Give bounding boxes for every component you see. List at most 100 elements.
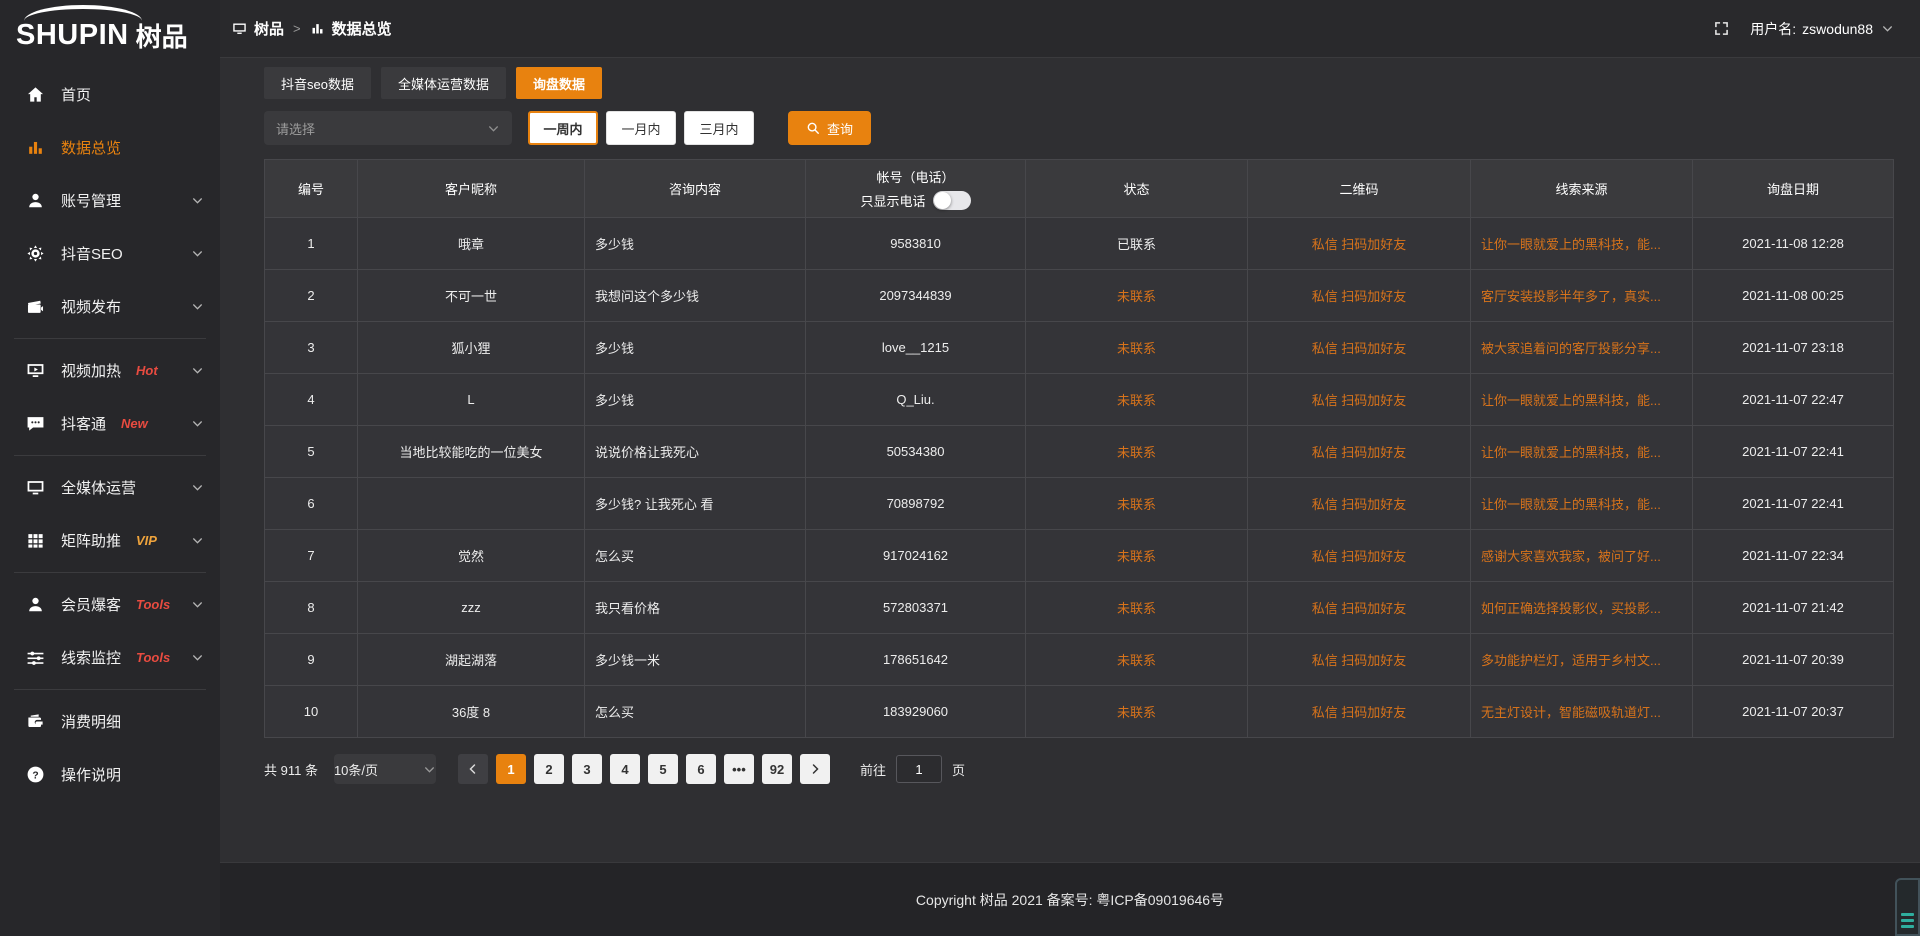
sidebar-item-douyin-seo[interactable]: 抖音SEO <box>0 227 220 280</box>
sidebar-item-account-management[interactable]: 账号管理 <box>0 174 220 227</box>
column-header: 状态 <box>1026 160 1248 218</box>
sidebar-item-douketong[interactable]: 抖客通New <box>0 397 220 450</box>
filter-bar: 请选择 一周内一月内三月内 查询 <box>264 111 1893 145</box>
cell-qr-link[interactable]: 私信 扫码加好友 <box>1248 582 1471 634</box>
page-button-1[interactable]: 1 <box>496 754 526 784</box>
sidebar-item-matrix-boost[interactable]: 矩阵助推VIP <box>0 514 220 567</box>
phone-only-toggle[interactable] <box>933 191 971 210</box>
cell-source-link[interactable]: 多功能护栏灯，适用于乡村文... <box>1471 634 1693 686</box>
cell-source-link[interactable]: 被大家追着问的客厅投影分享... <box>1471 322 1693 374</box>
page-buttons: 123456 ••• 92 <box>488 754 792 784</box>
page-button-92[interactable]: 92 <box>762 754 792 784</box>
period-button[interactable]: 一周内 <box>528 111 598 145</box>
cell-qr-link[interactable]: 私信 扫码加好友 <box>1248 218 1471 270</box>
cell-nickname <box>358 478 585 530</box>
select-placeholder: 请选择 <box>276 119 315 138</box>
fullscreen-icon[interactable] <box>1713 20 1730 37</box>
cell-source-link[interactable]: 让你一眼就爱上的黑科技，能... <box>1471 478 1693 530</box>
cell-nickname: 狐小狸 <box>358 322 585 374</box>
table-row: 2不可一世我想问这个多少钱2097344839未联系私信 扫码加好友客厅安装投影… <box>265 270 1894 322</box>
period-button[interactable]: 一月内 <box>606 111 676 145</box>
goto-label: 前往 <box>860 760 886 779</box>
cell-account: 183929060 <box>806 686 1026 738</box>
tab-全媒体运营数据[interactable]: 全媒体运营数据 <box>381 67 506 99</box>
cell-qr-link[interactable]: 私信 扫码加好友 <box>1248 686 1471 738</box>
prev-page-button[interactable] <box>458 754 488 784</box>
sidebar-item-clue-monitor[interactable]: 线索监控Tools <box>0 631 220 684</box>
breadcrumb-item-home[interactable]: 树品 <box>232 18 284 39</box>
chat-widget-line <box>1901 919 1914 922</box>
cell-id: 2 <box>265 270 358 322</box>
sidebar-menu: 首页数据总览账号管理抖音SEO 视频发布视频加热Hot抖客通New 全媒体运营矩阵助… <box>0 58 220 936</box>
cell-qr-link[interactable]: 私信 扫码加好友 <box>1248 426 1471 478</box>
goto-page-input[interactable] <box>896 755 942 783</box>
cell-content: 怎么买 <box>585 686 806 738</box>
table-row: 9湖起湖落多少钱一米178651642未联系私信 扫码加好友多功能护栏灯，适用于… <box>265 634 1894 686</box>
cell-nickname: 觉然 <box>358 530 585 582</box>
column-header: 客户昵称 <box>358 160 585 218</box>
cell-source-link[interactable]: 如何正确选择投影仪，买投影... <box>1471 582 1693 634</box>
person-icon <box>26 595 45 614</box>
cell-status: 未联系 <box>1026 270 1248 322</box>
breadcrumb-item-current[interactable]: 数据总览 <box>310 18 392 39</box>
page-button-3[interactable]: 3 <box>572 754 602 784</box>
next-page-button[interactable] <box>800 754 830 784</box>
chat-widget[interactable] <box>1895 878 1920 936</box>
cell-source-link[interactable]: 让你一眼就爱上的黑科技，能... <box>1471 426 1693 478</box>
sidebar-item-omni-media[interactable]: 全媒体运营 <box>0 461 220 514</box>
cell-date: 2021-11-07 21:42 <box>1693 582 1894 634</box>
cell-qr-link[interactable]: 私信 扫码加好友 <box>1248 478 1471 530</box>
page-button-5[interactable]: 5 <box>648 754 678 784</box>
cell-qr-link[interactable]: 私信 扫码加好友 <box>1248 374 1471 426</box>
cell-status: 未联系 <box>1026 530 1248 582</box>
page-button-4[interactable]: 4 <box>610 754 640 784</box>
chevron-down-icon <box>1881 22 1894 35</box>
sidebar-item-label: 全媒体运营 <box>61 477 136 498</box>
cell-qr-link[interactable]: 私信 扫码加好友 <box>1248 322 1471 374</box>
logo-latin: SHUPIN <box>16 21 129 50</box>
sidebar-item-home[interactable]: 首页 <box>0 68 220 121</box>
page-size-select[interactable]: 10条/页 <box>334 754 436 784</box>
sidebar-item-label: 视频加热 <box>61 360 121 381</box>
search-button[interactable]: 查询 <box>788 111 871 145</box>
cell-source-link[interactable]: 客厅安装投影半年多了，真实... <box>1471 270 1693 322</box>
cell-nickname: 36度 8 <box>358 686 585 738</box>
chevron-down-icon <box>191 534 204 547</box>
sidebar-item-expense-detail[interactable]: 消费明细 <box>0 695 220 748</box>
sidebar-item-label: 消费明细 <box>61 711 121 732</box>
cell-qr-link[interactable]: 私信 扫码加好友 <box>1248 530 1471 582</box>
sidebar-item-data-overview[interactable]: 数据总览 <box>0 121 220 174</box>
cell-qr-link[interactable]: 私信 扫码加好友 <box>1248 270 1471 322</box>
tab-抖音seo数据[interactable]: 抖音seo数据 <box>264 67 371 99</box>
page-button-6[interactable]: 6 <box>686 754 716 784</box>
sidebar-item-label: 视频发布 <box>61 296 121 317</box>
sidebar-item-label: 抖音SEO <box>61 243 123 264</box>
cell-qr-link[interactable]: 私信 扫码加好友 <box>1248 634 1471 686</box>
cell-status: 未联系 <box>1026 582 1248 634</box>
cell-source-link[interactable]: 让你一眼就爱上的黑科技，能... <box>1471 218 1693 270</box>
gear-icon <box>26 244 45 263</box>
sidebar-item-label: 操作说明 <box>61 764 121 785</box>
page-button-2[interactable]: 2 <box>534 754 564 784</box>
cell-source-link[interactable]: 感谢大家喜欢我家，被问了好... <box>1471 530 1693 582</box>
sidebar-item-operation-guide[interactable]: ? 操作说明 <box>0 748 220 801</box>
goto-suffix: 页 <box>952 760 965 779</box>
phone-toggle-label: 只显示电话 <box>860 191 925 210</box>
cell-id: 4 <box>265 374 358 426</box>
cell-account: Q_Liu. <box>806 374 1026 426</box>
cell-id: 5 <box>265 426 358 478</box>
cell-source-link[interactable]: 无主灯设计，智能磁吸轨道灯... <box>1471 686 1693 738</box>
cell-source-link[interactable]: 让你一眼就爱上的黑科技，能... <box>1471 374 1693 426</box>
period-button[interactable]: 三月内 <box>684 111 754 145</box>
sidebar-item-video-publish[interactable]: 视频发布 <box>0 280 220 333</box>
page-ellipsis-button[interactable]: ••• <box>724 754 754 784</box>
tab-询盘数据[interactable]: 询盘数据 <box>516 67 602 99</box>
help-icon: ? <box>26 765 45 784</box>
account-select[interactable]: 请选择 <box>264 111 512 145</box>
user-menu[interactable]: 用户名: zswodun88 <box>1750 19 1894 39</box>
sidebar-item-video-heat[interactable]: 视频加热Hot <box>0 344 220 397</box>
sidebar-item-member-burst[interactable]: 会员爆客Tools <box>0 578 220 631</box>
sidebar-item-label: 账号管理 <box>61 190 121 211</box>
sidebar-item-badge: Tools <box>136 597 170 612</box>
column-header: 帐号（电话）只显示电话 <box>806 160 1026 218</box>
